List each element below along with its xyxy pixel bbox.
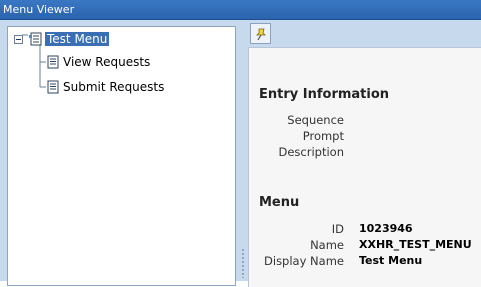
function-document-icon	[46, 80, 60, 94]
entry-information-heading: Entry Information	[259, 87, 390, 102]
field-row-prompt: Prompt	[249, 129, 481, 144]
field-label: Prompt	[302, 129, 344, 143]
field-row-id: ID 1023946	[249, 222, 481, 237]
field-row-name: Name XXHR_TEST_MENU	[249, 238, 481, 253]
splitter-handle[interactable]	[241, 248, 245, 278]
field-label: Description	[278, 145, 345, 159]
field-label: ID	[331, 222, 344, 236]
tree-node-submit-requests-label[interactable]: Submit Requests	[63, 80, 164, 94]
menu-heading: Menu	[259, 195, 300, 210]
tree-node-view-requests[interactable]: View Requests	[46, 54, 150, 70]
window-title: Menu Viewer	[0, 0, 481, 20]
function-document-icon	[46, 55, 60, 69]
details-panel: Entry Information Sequence Prompt Descri…	[248, 47, 481, 287]
field-label: Sequence	[287, 113, 344, 127]
field-label: Name	[310, 238, 344, 252]
field-value: Test Menu	[359, 254, 423, 267]
field-row-display-name: Display Name Test Menu	[249, 254, 481, 269]
pin-button[interactable]	[250, 23, 271, 44]
field-row-description: Description	[249, 145, 481, 160]
collapse-icon[interactable]	[14, 35, 23, 44]
field-value: XXHR_TEST_MENU	[359, 238, 472, 251]
tree-node-submit-requests[interactable]: Submit Requests	[46, 79, 164, 95]
field-label: Display Name	[264, 254, 344, 268]
pushpin-icon	[254, 27, 268, 41]
menu-tree-panel[interactable]: Test Menu View Requests Submit Requests	[7, 26, 236, 286]
tree-node-root-label[interactable]: Test Menu	[45, 32, 110, 46]
tree-node-view-requests-label[interactable]: View Requests	[63, 55, 150, 69]
tree-node-root[interactable]: Test Menu	[29, 31, 110, 47]
field-row-sequence: Sequence	[249, 113, 481, 128]
field-value: 1023946	[359, 222, 413, 235]
menu-folder-icon	[29, 32, 43, 46]
